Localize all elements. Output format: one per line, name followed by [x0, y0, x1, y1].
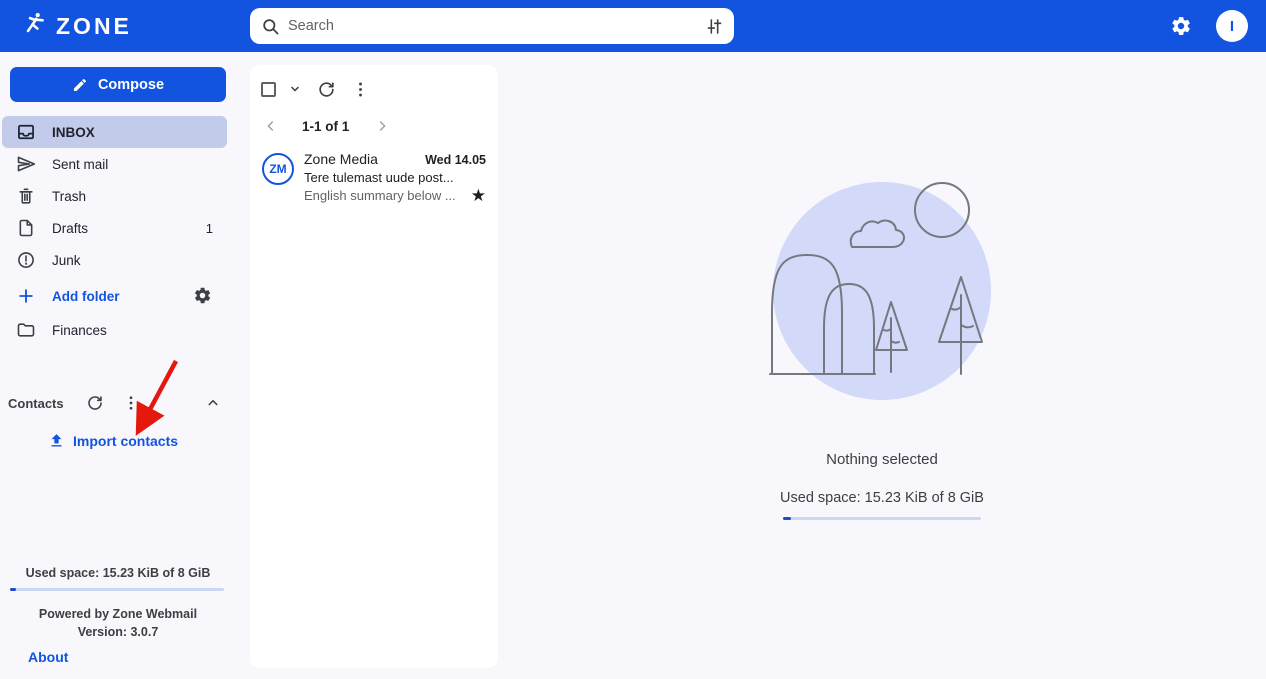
search-icon	[260, 16, 280, 36]
compose-button[interactable]: Compose	[10, 67, 226, 102]
sidebar-item-label: Sent mail	[52, 157, 108, 172]
folder-icon	[16, 320, 36, 340]
sidebar-item-label: INBOX	[52, 125, 95, 140]
list-toolbar	[250, 69, 498, 109]
sidebar-item-inbox[interactable]: INBOX	[2, 116, 227, 148]
app-header: zone I	[0, 0, 1266, 52]
plus-icon	[16, 286, 36, 306]
email-list-item[interactable]: ZM Zone Media Wed 14.05 Tere tulemast uu…	[250, 143, 498, 214]
zone-logo[interactable]: zone	[22, 11, 132, 42]
sidebar-used-space: Used space: 15.23 KiB of 8 GiB	[0, 566, 236, 580]
inbox-icon	[16, 122, 36, 142]
email-preview: English summary below ...	[304, 188, 456, 203]
select-dropdown-icon[interactable]	[285, 79, 305, 99]
sidebar-item-trash[interactable]: Trash	[2, 180, 227, 212]
send-icon	[16, 154, 36, 174]
sidebar-usage-progressbar	[10, 588, 224, 591]
sidebar-item-label: Trash	[52, 189, 86, 204]
list-more-icon[interactable]	[350, 79, 370, 99]
sidebar: Compose INBOX Sent mail Trash	[0, 52, 236, 679]
sidebar-item-finances[interactable]: Finances	[2, 314, 227, 346]
runner-icon	[22, 11, 48, 42]
search-bar[interactable]	[250, 8, 734, 44]
powered-by-text: Powered by Zone Webmail	[0, 605, 236, 623]
sidebar-item-label: Drafts	[52, 221, 88, 236]
empty-state-illustration	[762, 173, 1002, 423]
settings-gear-icon[interactable]	[1168, 13, 1194, 39]
email-list-panel: 1-1 of 1 ZM Zone Media Wed 14.05 Tere tu…	[250, 65, 498, 668]
contacts-title: Contacts	[8, 396, 64, 411]
trash-icon	[16, 186, 36, 206]
brand-name: zone	[56, 13, 132, 40]
sender-avatar: ZM	[262, 153, 294, 185]
sidebar-item-label: Finances	[52, 323, 107, 338]
add-folder-button[interactable]: Add folder	[2, 280, 227, 312]
select-all-checkbox[interactable]	[261, 82, 276, 97]
pagination: 1-1 of 1	[250, 109, 498, 143]
import-contacts-label: Import contacts	[73, 433, 178, 449]
pencil-icon	[72, 77, 88, 93]
sidebar-item-label: Junk	[52, 253, 81, 268]
draft-icon	[16, 218, 36, 238]
search-filter-icon[interactable]	[704, 16, 724, 36]
about-link[interactable]: About	[28, 649, 68, 665]
refresh-icon[interactable]	[316, 79, 336, 99]
email-sender: Zone Media	[304, 151, 378, 167]
user-avatar[interactable]: I	[1216, 10, 1248, 42]
search-input[interactable]	[288, 18, 704, 34]
main-usage-fill	[783, 517, 791, 520]
add-folder-label: Add folder	[52, 289, 120, 304]
sidebar-item-sent[interactable]: Sent mail	[2, 148, 227, 180]
junk-icon	[16, 250, 36, 270]
sidebar-item-drafts[interactable]: Drafts 1	[2, 212, 227, 244]
email-date: Wed 14.05	[425, 153, 486, 167]
prev-page-icon[interactable]	[262, 117, 280, 135]
sidebar-item-junk[interactable]: Junk	[2, 244, 227, 276]
main-used-space: Used space: 15.23 KiB of 8 GiB	[780, 490, 984, 506]
pagination-label: 1-1 of 1	[302, 119, 349, 134]
next-page-icon[interactable]	[373, 117, 391, 135]
upload-icon	[48, 432, 65, 449]
contacts-header: Contacts	[0, 388, 236, 418]
sidebar-usage-fill	[10, 588, 16, 591]
drafts-count-badge: 1	[206, 221, 213, 236]
reading-pane: Nothing selected Used space: 15.23 KiB o…	[498, 52, 1266, 679]
compose-label: Compose	[98, 77, 164, 93]
empty-state-title: Nothing selected	[826, 451, 938, 468]
contacts-collapse-icon[interactable]	[204, 394, 222, 412]
main-usage-progressbar	[783, 517, 981, 520]
import-contacts-button[interactable]: Import contacts	[48, 432, 236, 449]
star-icon[interactable]: ★	[471, 187, 486, 204]
email-subject: Tere tulemast uude post...	[304, 170, 486, 185]
version-text: Version: 3.0.7	[0, 623, 236, 641]
contacts-refresh-icon[interactable]	[86, 394, 104, 412]
folder-settings-gear-icon[interactable]	[193, 286, 213, 306]
contacts-more-icon[interactable]	[122, 394, 140, 412]
